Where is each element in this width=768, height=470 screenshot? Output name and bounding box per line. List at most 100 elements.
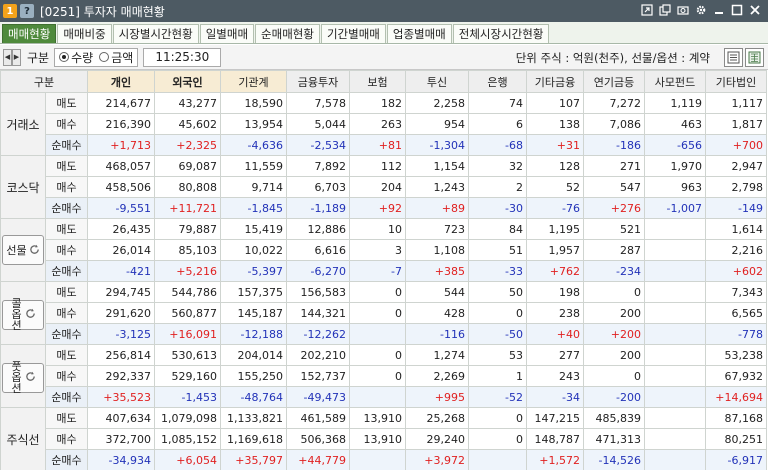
- table-row: 풋옵션 매도 256,814 530,613 204,014 202,210 0 1,274 5…: [0, 344, 767, 408]
- prev-arrow-icon[interactable]: ◀: [3, 48, 12, 66]
- value-cell: 15,419: [220, 218, 287, 240]
- value-cell: 1,970: [644, 155, 706, 177]
- maximize-icon[interactable]: [730, 3, 744, 17]
- value-cell: 7,343: [705, 281, 767, 303]
- value-cell: 107: [526, 92, 584, 114]
- close-icon[interactable]: [748, 3, 762, 17]
- column-header[interactable]: 금융투자: [286, 70, 350, 93]
- column-header[interactable]: 외국인: [154, 70, 221, 93]
- list-view-icon[interactable]: [724, 48, 743, 67]
- value-cell: 53,238: [705, 344, 767, 366]
- row-type-label: 매도: [45, 155, 88, 177]
- value-cell: 6,703: [286, 176, 350, 198]
- time-field[interactable]: 11:25:30: [143, 47, 222, 67]
- screen-number-badge[interactable]: 1: [3, 4, 17, 18]
- value-cell: 277: [526, 344, 584, 366]
- column-header[interactable]: 기타법인: [705, 70, 767, 93]
- value-cell: 138: [526, 113, 584, 135]
- market-name: 코스닥: [6, 180, 40, 195]
- value-cell: -656: [644, 134, 706, 156]
- value-cell: -30: [468, 197, 527, 219]
- column-header[interactable]: 사모펀드: [644, 70, 706, 93]
- value-cell: -5,397: [220, 260, 287, 282]
- camera-icon[interactable]: [676, 3, 690, 17]
- value-cell: 0: [468, 302, 527, 324]
- value-cell: -1,189: [286, 197, 350, 219]
- column-header[interactable]: 보험: [349, 70, 406, 93]
- help-icon[interactable]: ?: [20, 4, 34, 18]
- value-cell: +81: [349, 134, 406, 156]
- value-cell: +276: [583, 197, 645, 219]
- market-refresh-button[interactable]: 콜옵션: [2, 297, 44, 333]
- tab-period-trade[interactable]: 기간별매매: [320, 24, 386, 43]
- value-cell: [644, 260, 706, 282]
- column-header[interactable]: 투신: [405, 70, 469, 93]
- value-cell: 10: [349, 218, 406, 240]
- column-header[interactable]: 기타금융: [526, 70, 584, 93]
- tab-daily-trade[interactable]: 일별매매: [199, 24, 255, 43]
- tab-sector-trade[interactable]: 업종별매매: [386, 24, 452, 43]
- value-cell: +2,325: [154, 134, 221, 156]
- investor-trade-grid: 구분 개인 외국인 기관계 금융투자 보험 투신 은행 기타금융 연기금등 사모…: [0, 70, 768, 470]
- market-refresh-button[interactable]: 선물: [2, 235, 44, 265]
- next-arrow-icon[interactable]: ▶: [12, 48, 21, 66]
- value-cell: 0: [349, 281, 406, 303]
- tab-net-trade[interactable]: 순매매현황: [255, 24, 320, 43]
- excel-export-icon[interactable]: [745, 48, 764, 67]
- value-cell: 292,337: [87, 365, 155, 387]
- value-cell: 155,250: [220, 365, 287, 387]
- market-refresh-button[interactable]: 풋옵션: [2, 361, 44, 394]
- link-icon[interactable]: [640, 3, 654, 17]
- value-cell: 112: [349, 155, 406, 177]
- value-cell: -52: [468, 386, 527, 408]
- value-cell: -7: [349, 260, 406, 282]
- unit-radio-group: 수량 금액: [54, 47, 139, 67]
- value-cell: 1,119: [644, 92, 706, 114]
- value-cell: 50: [468, 281, 527, 303]
- value-cell: -12,188: [220, 323, 287, 345]
- value-cell: 53: [468, 344, 527, 366]
- value-cell: [644, 239, 706, 261]
- table-row: 순매수 +35,523 -1,453 -48,764 -49,473 +995 -52 -34…: [1, 386, 767, 408]
- value-cell: [468, 449, 527, 470]
- value-cell: 468,057: [87, 155, 155, 177]
- market-group-cell: 콜옵션: [0, 281, 46, 345]
- value-cell: +11,721: [154, 197, 221, 219]
- value-cell: [644, 449, 706, 470]
- gear-icon[interactable]: [694, 3, 708, 17]
- value-cell: 200: [583, 302, 645, 324]
- value-cell: 51: [468, 239, 527, 261]
- market-name: 콜옵션: [11, 297, 22, 333]
- tab-trade-status[interactable]: 매매현황: [2, 24, 57, 43]
- tab-trade-ratio[interactable]: 매매비중: [57, 24, 112, 43]
- minimize-icon[interactable]: [712, 3, 726, 17]
- value-cell: 13,910: [349, 407, 406, 429]
- value-cell: 263: [349, 113, 406, 135]
- value-cell: 6,616: [286, 239, 350, 261]
- value-cell: [644, 428, 706, 450]
- radio-quantity[interactable]: 수량: [59, 49, 93, 66]
- column-header[interactable]: 개인: [87, 70, 155, 93]
- market-group-cell: 거래소: [0, 92, 46, 156]
- value-cell: 2,947: [705, 155, 767, 177]
- radio-amount[interactable]: 금액: [99, 49, 133, 66]
- tab-market-time-status[interactable]: 시장별시간현황: [112, 24, 199, 43]
- tab-bar: 매매현황 매매비중 시장별시간현황 일별매매 순매매현황 기간별매매 업종별매매…: [0, 22, 768, 44]
- value-cell: 1,817: [705, 113, 767, 135]
- column-header[interactable]: 연기금등: [583, 70, 645, 93]
- value-cell: +16,091: [154, 323, 221, 345]
- value-cell: 214,677: [87, 92, 155, 114]
- value-cell: -234: [583, 260, 645, 282]
- column-header[interactable]: 은행: [468, 70, 527, 93]
- value-cell: -421: [87, 260, 155, 282]
- value-cell: +35,523: [87, 386, 155, 408]
- row-type-label: 순매수: [45, 323, 88, 345]
- copy-icon[interactable]: [658, 3, 672, 17]
- column-header[interactable]: 기관계: [220, 70, 287, 93]
- value-cell: 271: [583, 155, 645, 177]
- value-cell: 216,390: [87, 113, 155, 135]
- value-cell: [349, 323, 406, 345]
- tab-all-market-time[interactable]: 전체시장시간현황: [452, 24, 550, 43]
- value-cell: 294,745: [87, 281, 155, 303]
- table-row: 매수 216,390 45,602 13,954 5,044 263 954 6 138 7,08…: [1, 113, 767, 135]
